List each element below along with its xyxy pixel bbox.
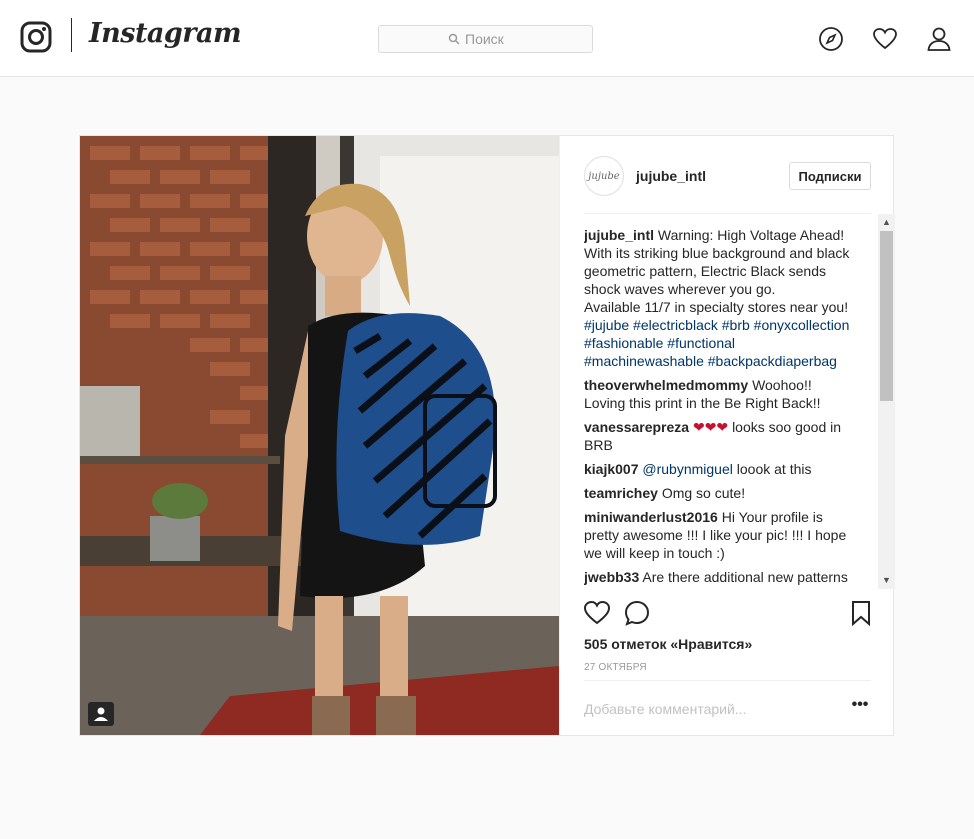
comments-scrollbar[interactable]: ▲ ▼ (878, 214, 895, 589)
instagram-camera-icon[interactable] (20, 21, 52, 53)
comment-item: miniwanderlust2016 Hi Your profile is pr… (584, 508, 854, 562)
comment-item: teamrichey Omg so cute! (584, 484, 854, 502)
comments-list[interactable]: jujube_intl Warning: High Voltage Ahead!… (584, 226, 854, 589)
hearts-emoji-icon: ❤❤❤ (692, 419, 729, 435)
profile-icon[interactable] (926, 26, 952, 52)
comment-item: kiajk007 @rubynmiguel loook at this (584, 460, 854, 478)
caption-username[interactable]: jujube_intl (584, 227, 654, 243)
user-tag-icon[interactable] (88, 702, 114, 726)
comment-username[interactable]: teamrichey (584, 485, 658, 501)
comment-mention[interactable]: @rubynmiguel (642, 461, 732, 477)
scroll-down-arrow-icon[interactable]: ▼ (878, 572, 895, 589)
add-comment-input[interactable] (584, 698, 829, 720)
comment-username[interactable]: jwebb33 (584, 569, 639, 585)
scroll-up-arrow-icon[interactable]: ▲ (878, 214, 895, 231)
caption-hashtags[interactable]: #jujube #electricblack #brb #onyxcollect… (584, 317, 849, 369)
comment-username[interactable]: kiajk007 (584, 461, 639, 477)
comment-username[interactable]: theoverwhelmedmommy (584, 377, 748, 393)
comment-text: Omg so cute! (661, 485, 746, 501)
avatar[interactable]: jujube (584, 156, 624, 196)
like-heart-icon[interactable] (584, 600, 610, 626)
comment-item: theoverwhelmedmommy Woohoo!! Loving this… (584, 376, 854, 412)
explore-compass-icon[interactable] (818, 26, 844, 52)
following-button[interactable]: Подписки (789, 162, 871, 190)
comment-item: vanessarepreza ❤❤❤ looks soo good in BRB (584, 418, 854, 454)
caption-text-availability: Available 11/7 in specialty stores near … (584, 299, 849, 315)
likes-count[interactable]: 505 отметок «Нравится» (584, 636, 752, 652)
activity-heart-icon[interactable] (872, 26, 898, 52)
bookmark-save-icon[interactable] (848, 600, 874, 626)
comment-text: loook at this (736, 461, 812, 477)
header-divider (584, 213, 871, 214)
comment-bubble-icon[interactable] (624, 600, 650, 626)
post-photo[interactable] (80, 136, 559, 735)
comment-item: jwebb33 Are there additional new pattern… (584, 568, 854, 586)
post-header: jujube jujube_intl Подписки (560, 136, 895, 214)
post-date[interactable]: 27 ОКТЯБРЯ (584, 662, 647, 673)
post-sidebar: jujube jujube_intl Подписки jujube_intl … (559, 136, 895, 735)
logo-divider (71, 18, 72, 52)
post-actions (584, 600, 871, 628)
search-input[interactable] (465, 31, 523, 47)
post-card: jujube jujube_intl Подписки jujube_intl … (79, 135, 895, 736)
comment-text: Are there additional new patterns (642, 569, 848, 585)
instagram-wordmark[interactable]: Instagram (89, 18, 242, 49)
scrollbar-thumb[interactable] (880, 231, 893, 401)
avatar-logo-text: jujube (588, 170, 620, 182)
post-username[interactable]: jujube_intl (636, 168, 706, 184)
comment-username[interactable]: vanessarepreza (584, 419, 689, 435)
more-options-button[interactable]: ••• (850, 697, 870, 718)
search-box[interactable] (378, 25, 593, 53)
comment-username[interactable]: miniwanderlust2016 (584, 509, 718, 525)
comment-divider (584, 680, 871, 681)
caption: jujube_intl Warning: High Voltage Ahead!… (584, 226, 854, 370)
search-icon (448, 33, 460, 45)
top-nav: Instagram (0, 0, 974, 77)
